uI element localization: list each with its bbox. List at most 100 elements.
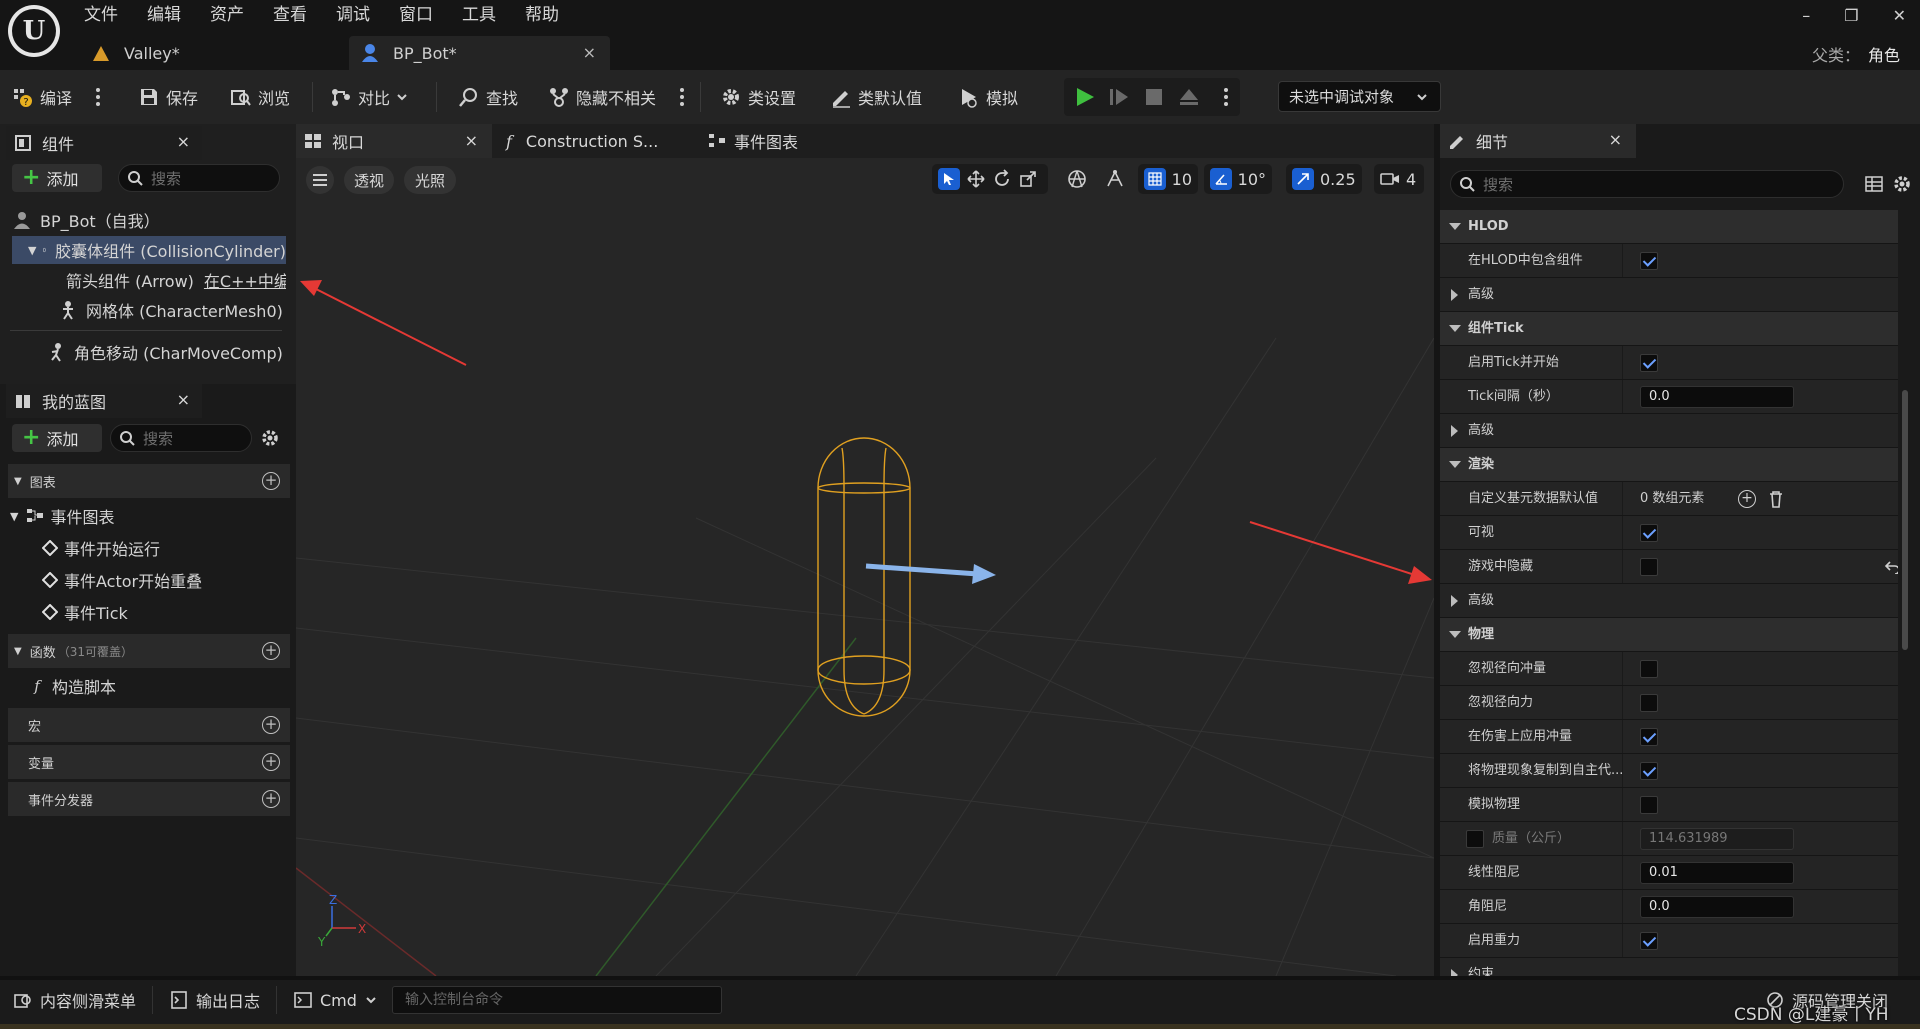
event-tick[interactable]: 事件Tick (42, 598, 282, 626)
add-dispatcher-icon[interactable]: + (262, 790, 280, 808)
menu-asset[interactable]: 资产 (210, 2, 244, 28)
event-graph-row[interactable]: ▼ 事件图表 (8, 502, 288, 530)
add-element-icon[interactable]: + (1738, 490, 1756, 508)
expand-arrow-icon[interactable] (1449, 325, 1461, 332)
rotate-icon[interactable] (992, 169, 1012, 189)
property-number-field[interactable]: 0.0 (1640, 896, 1794, 918)
console-input[interactable]: 输入控制台命令 (392, 986, 722, 1014)
viewport-menu-button[interactable] (306, 166, 334, 194)
settings-gear-icon[interactable] (260, 428, 280, 448)
tab-bp-bot[interactable]: BP_Bot* × (349, 36, 610, 70)
property-checkbox[interactable] (1640, 524, 1658, 542)
close-icon[interactable]: ✕ (1893, 6, 1906, 25)
world-local-icon[interactable] (1066, 168, 1088, 190)
collapse-arrow-icon[interactable] (1451, 969, 1458, 976)
compile-options-icon[interactable] (96, 88, 100, 106)
find-options-icon[interactable] (680, 88, 684, 106)
viewport-scene[interactable]: Z X Y (296, 158, 1434, 976)
property-checkbox[interactable] (1640, 694, 1658, 712)
details-advanced-row[interactable]: 高级 (1440, 584, 1898, 618)
eject-icon[interactable] (1178, 86, 1200, 108)
perspective-button[interactable]: 透视 (344, 166, 394, 194)
tree-row-movement[interactable]: 角色移动 (CharMoveComp) (46, 338, 286, 366)
details-advanced-row[interactable]: 高级 (1440, 278, 1898, 312)
class-settings-button[interactable]: 类设置 (720, 70, 796, 124)
stop-icon[interactable] (1144, 87, 1164, 107)
property-checkbox[interactable] (1640, 354, 1658, 372)
scale-icon[interactable] (1018, 169, 1038, 189)
settings-gear-icon[interactable] (1892, 174, 1912, 194)
property-checkbox[interactable] (1640, 660, 1658, 678)
collapse-arrow-icon[interactable] (1451, 289, 1458, 301)
tab-viewport[interactable]: 视口 × (296, 124, 492, 158)
menu-edit[interactable]: 编辑 (147, 2, 181, 28)
details-search-input[interactable]: 搜索 (1450, 170, 1844, 198)
details-close-icon[interactable]: × (1609, 130, 1622, 149)
simulate-button[interactable]: 模拟 (958, 70, 1018, 124)
collapse-arrow-icon[interactable] (1451, 595, 1458, 607)
details-category[interactable]: 物理 (1440, 618, 1898, 652)
menu-tools[interactable]: 工具 (462, 2, 496, 28)
section-macros[interactable]: 宏 + (8, 708, 290, 742)
lighting-button[interactable]: 光照 (404, 166, 456, 194)
section-dispatchers[interactable]: 事件分发器 + (8, 782, 290, 816)
tab-event-graph[interactable]: 事件图表 (708, 124, 868, 158)
event-begin-play[interactable]: 事件开始运行 (42, 534, 282, 562)
expand-arrow-icon[interactable] (1449, 631, 1461, 638)
minimize-icon[interactable]: – (1802, 6, 1810, 25)
surface-snap-icon[interactable] (1104, 168, 1126, 190)
class-defaults-button[interactable]: 类默认值 (830, 70, 922, 124)
tree-row-arrow[interactable]: 箭头组件 (Arrow) 在C++中编辑 (58, 266, 286, 294)
add-graph-icon[interactable]: + (262, 472, 280, 490)
property-checkbox[interactable] (1640, 796, 1658, 814)
menu-window[interactable]: 窗口 (399, 2, 433, 28)
grid-snap-toggle[interactable]: 10 (1138, 164, 1198, 194)
unreal-logo[interactable]: U (8, 5, 60, 57)
edit-in-cpp-link[interactable]: 在C++中编辑 (204, 268, 286, 292)
details-scrollbar[interactable] (1902, 390, 1908, 650)
select-tool[interactable] (938, 168, 960, 190)
save-button[interactable]: 保存 (138, 70, 198, 124)
event-actor-overlap[interactable]: 事件Actor开始重叠 (42, 566, 282, 594)
play-options-icon[interactable] (1224, 88, 1228, 106)
tab-construction-script[interactable]: f Construction S... (506, 124, 686, 158)
diff-button[interactable]: 对比 (330, 70, 408, 124)
components-add-button[interactable]: + 添加 (12, 164, 102, 192)
property-checkbox[interactable] (1640, 762, 1658, 780)
menu-file[interactable]: 文件 (84, 2, 118, 28)
my-blueprint-tab[interactable]: 我的蓝图 × (6, 384, 202, 418)
section-functions[interactable]: ▼ 函数 （31可覆盖） + (8, 634, 290, 668)
blueprint-add-button[interactable]: + 添加 (12, 424, 102, 452)
details-category[interactable]: 渲染 (1440, 448, 1898, 482)
property-matrix-icon[interactable] (1864, 174, 1884, 194)
move-icon[interactable] (966, 169, 986, 189)
viewport-close-icon[interactable]: × (465, 131, 478, 150)
compile-button[interactable]: ? 编译 (12, 70, 72, 124)
property-checkbox[interactable] (1640, 252, 1658, 270)
scale-snap-toggle[interactable]: 0.25 (1286, 164, 1362, 194)
browse-button[interactable]: 浏览 (230, 70, 290, 124)
menu-view[interactable]: 查看 (273, 2, 307, 28)
expand-arrow-icon[interactable] (1449, 223, 1461, 230)
find-button[interactable]: 查找 (458, 70, 518, 124)
menu-debug[interactable]: 调试 (336, 2, 370, 28)
section-graphs[interactable]: ▼ 图表 + (8, 464, 290, 498)
property-checkbox[interactable] (1640, 728, 1658, 746)
play-icon[interactable] (1074, 86, 1096, 108)
camera-speed-button[interactable]: 4 (1374, 164, 1424, 194)
components-close-icon[interactable]: × (177, 132, 190, 151)
debug-object-dropdown[interactable]: 未选中调试对象 (1278, 81, 1441, 112)
section-variables[interactable]: 变量 + (8, 745, 290, 779)
add-macro-icon[interactable]: + (262, 716, 280, 734)
tree-row-capsule[interactable]: ▼ 胶囊体组件 (CollisionCylinder) (12, 236, 286, 264)
step-icon[interactable] (1108, 86, 1130, 108)
menu-help[interactable]: 帮助 (525, 2, 559, 28)
add-function-icon[interactable]: + (262, 642, 280, 660)
construction-script-row[interactable]: f 构造脚本 (28, 672, 282, 700)
my-blueprint-close-icon[interactable]: × (177, 390, 190, 409)
cmd-dropdown[interactable]: Cmd (294, 980, 377, 1020)
tab-close-icon[interactable]: × (583, 43, 596, 62)
details-advanced-row[interactable]: 约束 (1440, 958, 1898, 976)
parent-class-value[interactable]: 角色 (1868, 46, 1900, 65)
tree-row-self[interactable]: BP_Bot（自我） (12, 206, 282, 234)
